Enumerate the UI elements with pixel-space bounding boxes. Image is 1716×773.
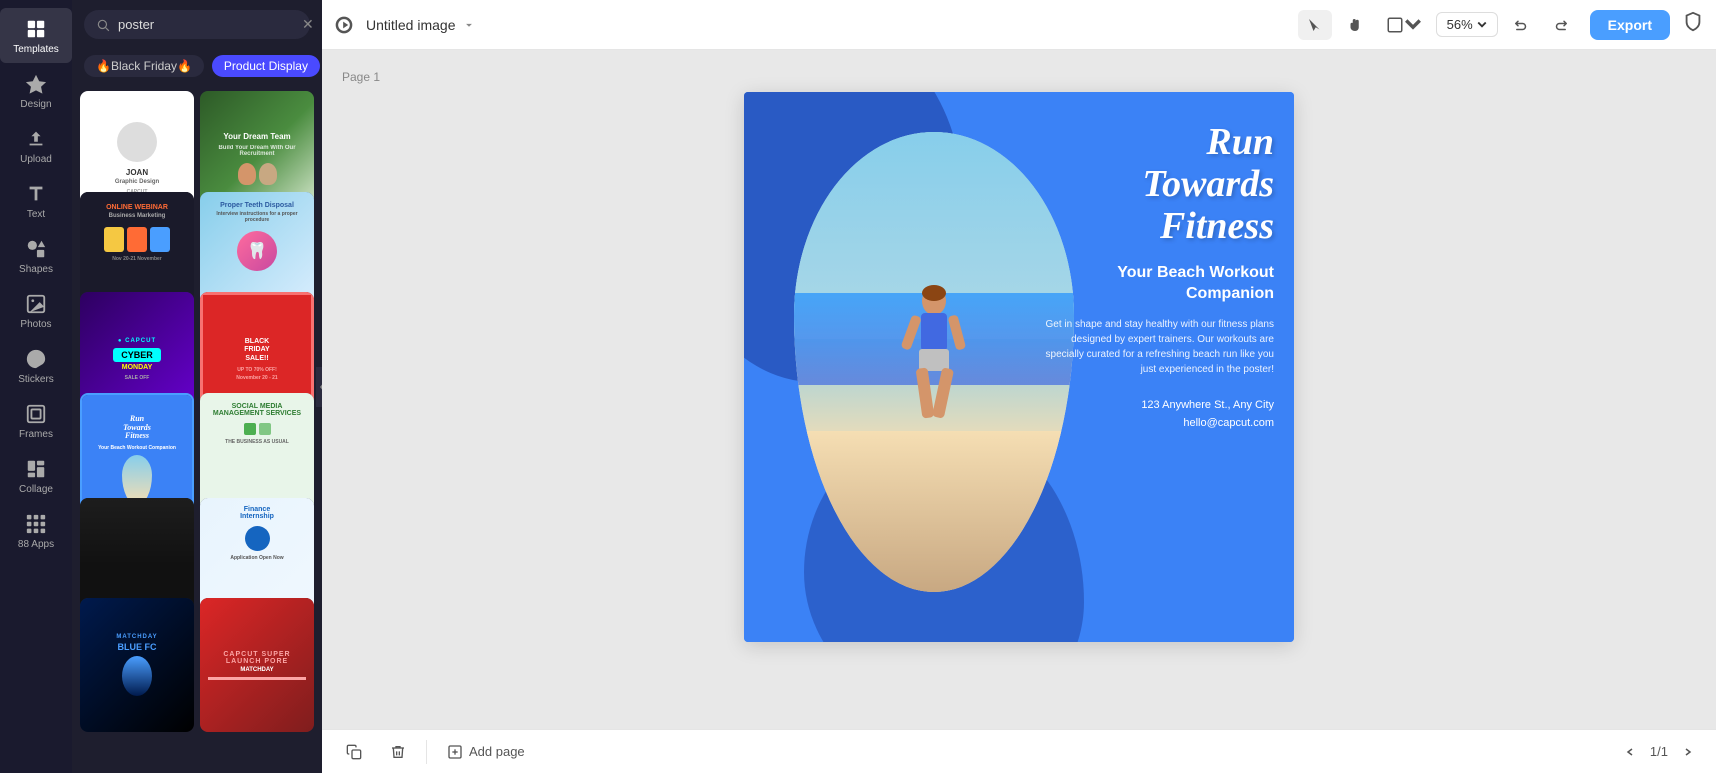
filter-tab-black-friday[interactable]: 🔥Black Friday🔥 [84, 55, 204, 77]
runner-figure [894, 283, 974, 463]
redo-button[interactable] [1544, 10, 1578, 40]
grid-icon [25, 18, 47, 40]
sidebar-item-templates[interactable]: Templates [0, 8, 72, 63]
sidebar-item-label: Stickers [18, 374, 54, 385]
filter-tabs-container: 🔥Black Friday🔥 Product Display [72, 49, 322, 87]
delete-page-button[interactable] [382, 740, 414, 764]
shield-icon [1682, 11, 1704, 38]
chevron-left-icon [1625, 747, 1635, 757]
page-navigation: 1/1 [1618, 740, 1700, 764]
cursor-icon [1306, 16, 1324, 34]
chevron-down-icon [462, 18, 476, 32]
redo-icon [1552, 16, 1570, 34]
sidebar-item-label: Templates [13, 44, 59, 55]
poster-contact: 123 Anywhere St., Any City hello@capcut.… [1034, 397, 1274, 432]
template-card[interactable]: MATCHDAY BLUE FC [80, 598, 194, 732]
sidebar-item-label: Upload [20, 154, 52, 165]
poster-image-frame [794, 132, 1074, 592]
frames-icon [25, 403, 47, 425]
canvas-wrapper[interactable]: Run Towards Fitness Your Beach Workout C… [744, 92, 1294, 642]
sidebar-item-label: Frames [19, 429, 53, 440]
shapes-icon [25, 238, 47, 260]
upload-icon [25, 128, 47, 150]
sidebar-item-apps[interactable]: 88 Apps [0, 503, 72, 558]
sidebar-item-photos[interactable]: Photos [0, 283, 72, 338]
select-tool-button[interactable] [1298, 10, 1332, 40]
poster-body: Get in shape and stay healthy with our f… [1034, 317, 1274, 377]
sidebar-item-label: Shapes [19, 264, 53, 275]
toolbar: 56% [1298, 10, 1578, 40]
add-page-icon [447, 744, 463, 760]
collage-icon [25, 458, 47, 480]
main-content: Untitled image 56% [322, 0, 1716, 773]
photos-icon [25, 293, 47, 315]
search-input[interactable] [118, 17, 294, 32]
search-area: ✕ [72, 0, 322, 49]
sidebar-item-collage[interactable]: Collage [0, 448, 72, 503]
undo-button[interactable] [1504, 10, 1538, 40]
templates-panel: ✕ 🔥Black Friday🔥 Product Display JOAN Gr… [72, 0, 322, 773]
stickers-icon [25, 348, 47, 370]
chevron-down-small-icon [1404, 16, 1422, 34]
canvas-area[interactable]: Page 1 [322, 50, 1716, 729]
panel-collapse-handle[interactable] [316, 367, 322, 407]
chevron-down-zoom-icon [1477, 20, 1487, 30]
poster-text-right: Run Towards Fitness Your Beach Workout C… [1034, 122, 1274, 432]
text-icon [25, 183, 47, 205]
page-label: Page 1 [342, 70, 380, 84]
frame-tool-button[interactable] [1378, 10, 1430, 40]
hand-icon [1346, 16, 1364, 34]
zoom-button[interactable]: 56% [1436, 12, 1498, 37]
design-icon [25, 73, 47, 95]
sidebar-item-label: Text [27, 209, 45, 220]
bottom-divider [426, 740, 427, 764]
sidebar-item-frames[interactable]: Frames [0, 393, 72, 448]
poster-person [794, 132, 1074, 592]
trash-icon [390, 744, 406, 760]
search-box[interactable]: ✕ [84, 10, 310, 39]
next-page-button[interactable] [1676, 740, 1700, 764]
poster-subtitle: Your Beach Workout Companion [1034, 263, 1274, 305]
templates-grid: JOAN Graphic Design CAPCUT Your Dream Te… [72, 87, 322, 773]
document-title[interactable]: Untitled image [366, 17, 476, 33]
search-clear-button[interactable]: ✕ [302, 16, 314, 33]
add-page-button[interactable]: Add page [439, 740, 533, 764]
undo-icon [1512, 16, 1530, 34]
app-logo [334, 15, 354, 35]
apps-icon [25, 513, 47, 535]
chevron-right-icon [1683, 747, 1693, 757]
duplicate-page-button[interactable] [338, 740, 370, 764]
sidebar-item-upload[interactable]: Upload [0, 118, 72, 173]
sidebar-item-label: Collage [19, 484, 53, 495]
export-button[interactable]: Export [1590, 10, 1670, 40]
sidebar-item-design[interactable]: Design [0, 63, 72, 118]
bottom-bar: Add page 1/1 [322, 729, 1716, 773]
filter-tab-product-display[interactable]: Product Display [212, 55, 320, 77]
sidebar: Templates Design Upload Text Shapes Phot… [0, 0, 72, 773]
poster-headline: Run Towards Fitness [1034, 122, 1274, 247]
frame-icon [1386, 16, 1404, 34]
prev-page-button[interactable] [1618, 740, 1642, 764]
sidebar-item-shapes[interactable]: Shapes [0, 228, 72, 283]
duplicate-icon [346, 744, 362, 760]
topbar: Untitled image 56% [322, 0, 1716, 50]
sidebar-item-label: Photos [20, 319, 51, 330]
sidebar-item-text[interactable]: Text [0, 173, 72, 228]
sidebar-item-stickers[interactable]: Stickers [0, 338, 72, 393]
poster-design: Run Towards Fitness Your Beach Workout C… [744, 92, 1294, 642]
hand-tool-button[interactable] [1338, 10, 1372, 40]
sidebar-item-label: 88 Apps [18, 539, 54, 550]
search-icon [96, 18, 110, 32]
sidebar-item-label: Design [20, 99, 51, 110]
template-card[interactable]: CAPCUT SUPER LAUNCH PORE MATCHDAY [200, 598, 314, 732]
